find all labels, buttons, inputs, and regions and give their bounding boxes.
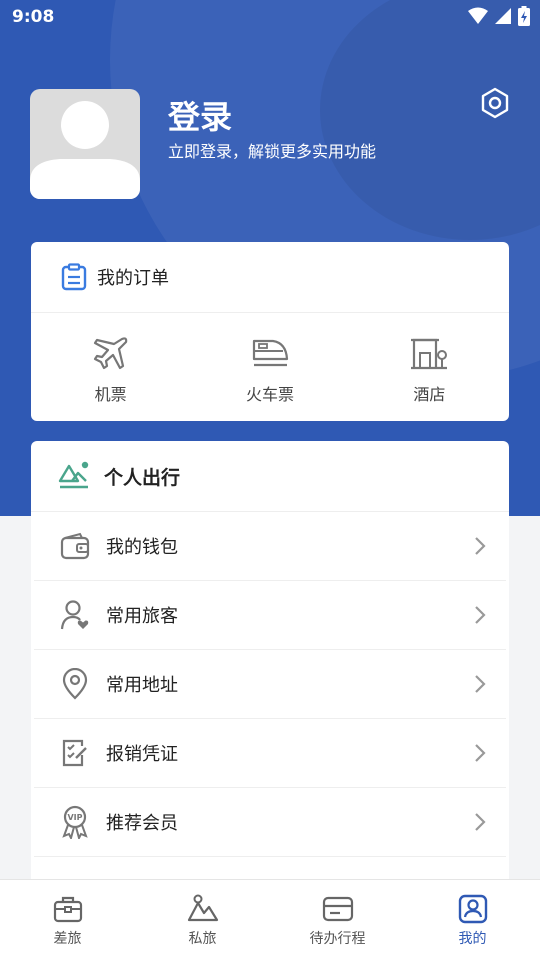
orders-header[interactable]: 我的订单 bbox=[31, 242, 509, 313]
menu-wallet[interactable]: 我的钱包 bbox=[34, 512, 506, 581]
wallet-icon bbox=[60, 532, 90, 560]
order-train-label: 火车票 bbox=[245, 385, 294, 404]
chevron-right-icon bbox=[475, 813, 486, 831]
order-flight[interactable]: 机票 bbox=[31, 313, 190, 421]
login-subtitle: 立即登录，解锁更多实用功能 bbox=[168, 142, 377, 161]
wifi-icon bbox=[468, 7, 488, 24]
traveler-icon bbox=[60, 600, 89, 630]
orders-title: 我的订单 bbox=[97, 268, 169, 289]
orders-card: 我的订单 机票 火车票 酒店 bbox=[31, 242, 509, 421]
login-title[interactable]: 登录 bbox=[168, 92, 232, 138]
menu-refer-member-label: 推荐会员 bbox=[106, 813, 178, 834]
tab-mine-label: 我的 bbox=[458, 931, 487, 947]
personal-header: 个人出行 bbox=[31, 441, 509, 512]
settings-button[interactable] bbox=[478, 86, 512, 120]
order-hotel[interactable]: 酒店 bbox=[350, 313, 509, 421]
default-avatar-icon bbox=[30, 101, 140, 199]
mountain-sun-icon bbox=[58, 461, 89, 489]
avatar[interactable] bbox=[30, 89, 140, 199]
tab-business-travel[interactable]: 差旅 bbox=[0, 880, 135, 960]
tab-business-travel-label: 差旅 bbox=[53, 931, 82, 947]
status-bar: 9:08 bbox=[0, 0, 540, 34]
tab-private-travel-label: 私旅 bbox=[188, 931, 217, 947]
briefcase-icon bbox=[53, 896, 82, 923]
menu-expense-vouchers[interactable]: 报销凭证 bbox=[34, 719, 506, 788]
battery-icon bbox=[518, 6, 530, 26]
gear-icon bbox=[481, 87, 509, 119]
menu-frequent-travelers-label: 常用旅客 bbox=[106, 606, 178, 627]
menu-frequent-travelers[interactable]: 常用旅客 bbox=[34, 581, 506, 650]
airplane-icon bbox=[93, 337, 127, 370]
menu-expense-vouchers-label: 报销凭证 bbox=[106, 744, 178, 765]
tab-pending-trips[interactable]: 待办行程 bbox=[270, 880, 405, 960]
chevron-right-icon bbox=[475, 537, 486, 555]
personal-title: 个人出行 bbox=[104, 466, 181, 489]
menu-frequent-addresses[interactable]: 常用地址 bbox=[34, 650, 506, 719]
tab-private-travel[interactable]: 私旅 bbox=[135, 880, 270, 960]
menu-refer-member[interactable]: VIP 推荐会员 bbox=[34, 788, 506, 857]
clipboard-icon bbox=[61, 263, 87, 291]
vip-badge-icon: VIP bbox=[62, 805, 88, 839]
personal-travel-card: 个人出行 我的钱包 常用旅客 常用地址 报销凭证 VIP 推荐会员 bbox=[31, 441, 509, 901]
order-flight-label: 机票 bbox=[94, 385, 127, 404]
location-icon bbox=[62, 668, 88, 700]
profile-icon bbox=[458, 894, 487, 924]
order-train[interactable]: 火车票 bbox=[190, 313, 349, 421]
chevron-right-icon bbox=[475, 606, 486, 624]
menu-wallet-label: 我的钱包 bbox=[106, 537, 178, 558]
tab-mine[interactable]: 我的 bbox=[405, 880, 540, 960]
bottom-tab-bar: 差旅 私旅 待办行程 我的 bbox=[0, 879, 540, 960]
chevron-right-icon bbox=[475, 675, 486, 693]
mountain-icon bbox=[187, 894, 218, 922]
voucher-icon bbox=[62, 739, 87, 767]
status-time: 9:08 bbox=[12, 7, 55, 27]
svg-text:VIP: VIP bbox=[67, 813, 82, 822]
cell-signal-icon bbox=[495, 8, 511, 24]
hotel-icon bbox=[411, 338, 448, 370]
menu-frequent-addresses-label: 常用地址 bbox=[106, 675, 178, 696]
card-icon bbox=[322, 896, 353, 922]
train-icon bbox=[252, 339, 289, 367]
order-hotel-label: 酒店 bbox=[413, 385, 446, 404]
tab-pending-trips-label: 待办行程 bbox=[309, 931, 366, 947]
chevron-right-icon bbox=[475, 744, 486, 762]
